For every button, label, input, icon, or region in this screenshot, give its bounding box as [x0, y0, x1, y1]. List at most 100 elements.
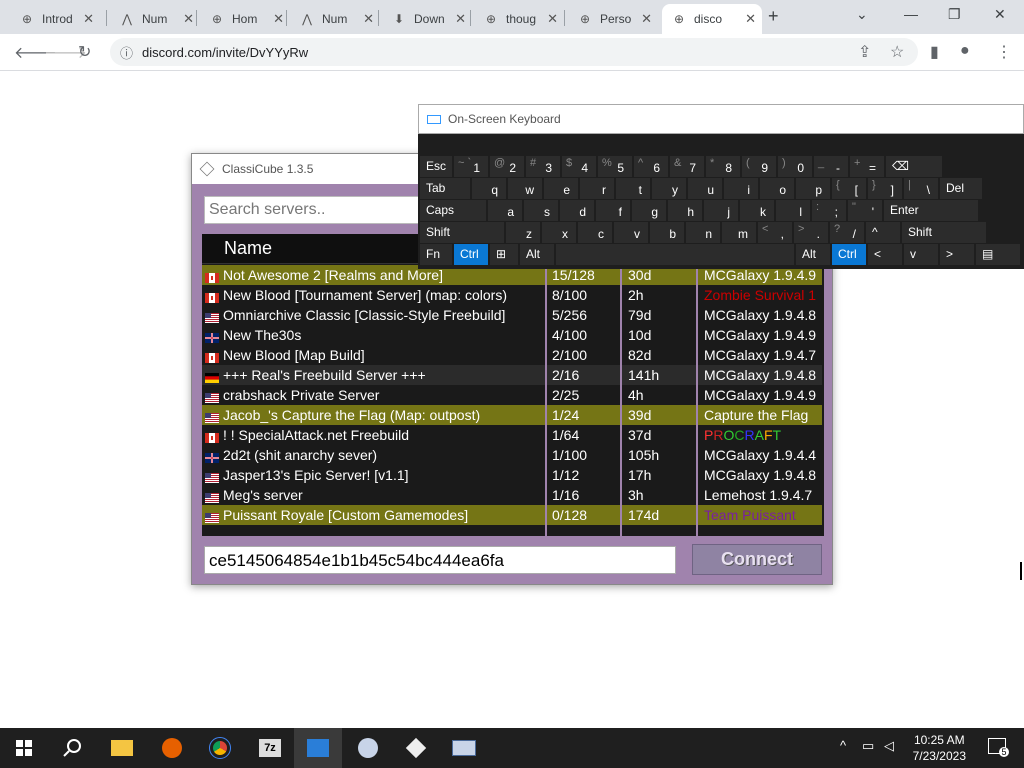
osk-key[interactable]: ^ — [866, 222, 900, 243]
osk-key[interactable]: " ' — [848, 200, 882, 221]
clock[interactable]: 10:25 AM 7/23/2023 — [913, 732, 966, 764]
osk-key[interactable]: Esc — [420, 156, 452, 177]
osk-key[interactable]: m — [722, 222, 756, 243]
osk-key[interactable]: f — [596, 200, 630, 221]
close-tab-icon[interactable]: ✕ — [183, 11, 194, 27]
osk-key[interactable]: #3 — [526, 156, 560, 177]
table-row[interactable]: Jacob_'s Capture the Flag (Map: outpost)… — [202, 405, 822, 425]
table-row[interactable]: Jasper13's Epic Server! [v1.1] 1/12 17h MCG… — [202, 465, 822, 485]
table-row[interactable]: 2d2t (shit anarchy sever) 1/100 105h MCGala… — [202, 445, 822, 465]
site-info-icon[interactable]: ⓘ — [120, 43, 133, 62]
browser-tab[interactable]: ⋀ Num ✕ — [290, 4, 380, 34]
volume-icon[interactable]: ◁ — [884, 738, 894, 754]
osk-key[interactable]: | \ — [904, 178, 938, 199]
osk-titlebar[interactable]: On-Screen Keyboard — [418, 104, 1024, 134]
address-bar[interactable]: ⓘ discord.com/invite/DvYYyRw — [110, 38, 918, 66]
osk-key[interactable]: Tab — [420, 178, 470, 199]
osk-key[interactable]: e — [544, 178, 578, 199]
osk-key[interactable]: _ - — [814, 156, 848, 177]
table-row[interactable]: +++ Real's Freebuild Server +++ 2/16 141h M… — [202, 365, 822, 385]
browser-tab[interactable]: ⋀ Num ✕ — [110, 4, 200, 34]
osk-key[interactable]: :; — [812, 200, 846, 221]
osk-key[interactable]: o — [760, 178, 794, 199]
osk-key[interactable]: Shift — [902, 222, 986, 243]
close-tab-icon[interactable]: ✕ — [547, 11, 558, 27]
column-divider[interactable] — [545, 264, 547, 536]
osk-key[interactable]: $4 — [562, 156, 596, 177]
osk-key[interactable]: k — [740, 200, 774, 221]
osk-key[interactable]: + = — [850, 156, 884, 177]
server-hash-input[interactable]: ce5145064854e1b1b45c54bc444ea6fa — [204, 546, 676, 574]
osk-key[interactable]: t — [616, 178, 650, 199]
7zip-icon[interactable]: 7z — [246, 728, 294, 768]
side-panel-icon[interactable]: ▮ — [930, 42, 939, 62]
osk-key[interactable]: Alt — [796, 244, 830, 265]
reload-icon[interactable]: ↻ — [78, 42, 91, 62]
close-tab-icon[interactable]: ✕ — [273, 11, 284, 27]
osk-key[interactable]: h — [668, 200, 702, 221]
table-row[interactable]: New The30s 4/100 10d MCGalaxy 1.9.4.9 — [202, 325, 822, 345]
menu-kebab-icon[interactable]: ⋮ — [996, 42, 1012, 62]
osk-key[interactable]: y — [652, 178, 686, 199]
osk-key[interactable]: p — [796, 178, 830, 199]
osk-key[interactable]: Enter — [884, 200, 978, 221]
notification-center-icon[interactable]: 5 — [988, 738, 1009, 757]
browser-tab[interactable]: ⊕ Introd ✕ — [10, 4, 100, 34]
osk-key[interactable]: b — [650, 222, 684, 243]
bookmark-star-icon[interactable]: ☆ — [890, 42, 904, 62]
osk-key[interactable]: % 5 — [598, 156, 632, 177]
osk-key[interactable]: ) 0 — [778, 156, 812, 177]
osk-key[interactable]: s — [524, 200, 558, 221]
osk-key[interactable]: z — [506, 222, 540, 243]
osk-key[interactable]: >. — [794, 222, 828, 243]
osk-key[interactable]: r — [580, 178, 614, 199]
osk-key[interactable]: n — [686, 222, 720, 243]
column-divider[interactable] — [696, 264, 698, 536]
osk-key[interactable]: ⌫ — [886, 156, 942, 177]
column-header-name[interactable]: Name — [224, 238, 272, 259]
osk-key[interactable]: > — [940, 244, 974, 265]
osk-key[interactable]: a — [488, 200, 522, 221]
browser-tab[interactable]: ⊕ thoug ✕ — [474, 4, 564, 34]
osk-key[interactable]: j — [704, 200, 738, 221]
osk-key[interactable]: i — [724, 178, 758, 199]
file-explorer-icon[interactable] — [98, 728, 146, 768]
osk-key[interactable]: Ctrl — [454, 244, 488, 265]
osk-key[interactable]: v — [614, 222, 648, 243]
osk-key[interactable]: < — [868, 244, 902, 265]
osk-key[interactable]: q — [472, 178, 506, 199]
osk-key[interactable]: d — [560, 200, 594, 221]
osk-key[interactable]: @2 — [490, 156, 524, 177]
close-tab-icon[interactable]: ✕ — [641, 11, 652, 27]
close-tab-icon[interactable]: ✕ — [83, 11, 94, 27]
close-tab-icon[interactable]: ✕ — [455, 11, 466, 27]
osk-key[interactable]: ? / — [830, 222, 864, 243]
osk-key[interactable]: v — [904, 244, 938, 265]
osk-key[interactable]: Fn — [420, 244, 452, 265]
table-row[interactable]: Omniarchive Classic [Classic-Style Freeb… — [202, 305, 822, 325]
osk-key[interactable]: g — [632, 200, 666, 221]
firefox-icon[interactable] — [148, 728, 196, 768]
table-row[interactable]: crabshack Private Server 2/25 4h MCGalaxy 1… — [202, 385, 822, 405]
browser-tab[interactable]: ⊕ disco ✕ — [662, 4, 762, 34]
osk-key[interactable]: ⊞ — [490, 244, 518, 265]
classicube-taskbar-icon[interactable] — [392, 728, 440, 768]
osk-key[interactable]: Caps — [420, 200, 486, 221]
osk-key[interactable]: l — [776, 200, 810, 221]
keyboard-taskbar-icon[interactable] — [440, 728, 488, 768]
photos-icon[interactable] — [294, 728, 342, 768]
browser-tab[interactable]: ⬇ Down ✕ — [382, 4, 472, 34]
share-icon[interactable]: ⇪ — [858, 42, 871, 62]
osk-key[interactable]: }] — [868, 178, 902, 199]
chrome-icon[interactable] — [196, 728, 244, 768]
osk-key[interactable]: & 7 — [670, 156, 704, 177]
search-icon[interactable] — [48, 728, 96, 768]
table-row[interactable]: ! ! SpecialAttack.net Freebuild 1/64 37d PR… — [202, 425, 822, 445]
close-tab-icon[interactable]: ✕ — [745, 11, 756, 27]
osk-key[interactable]: <, — [758, 222, 792, 243]
close-tab-icon[interactable]: ✕ — [363, 11, 374, 27]
osk-key[interactable]: u — [688, 178, 722, 199]
osk-key[interactable]: ▤ — [976, 244, 1020, 265]
start-button[interactable] — [0, 728, 48, 768]
new-tab-button[interactable]: + — [768, 6, 779, 27]
